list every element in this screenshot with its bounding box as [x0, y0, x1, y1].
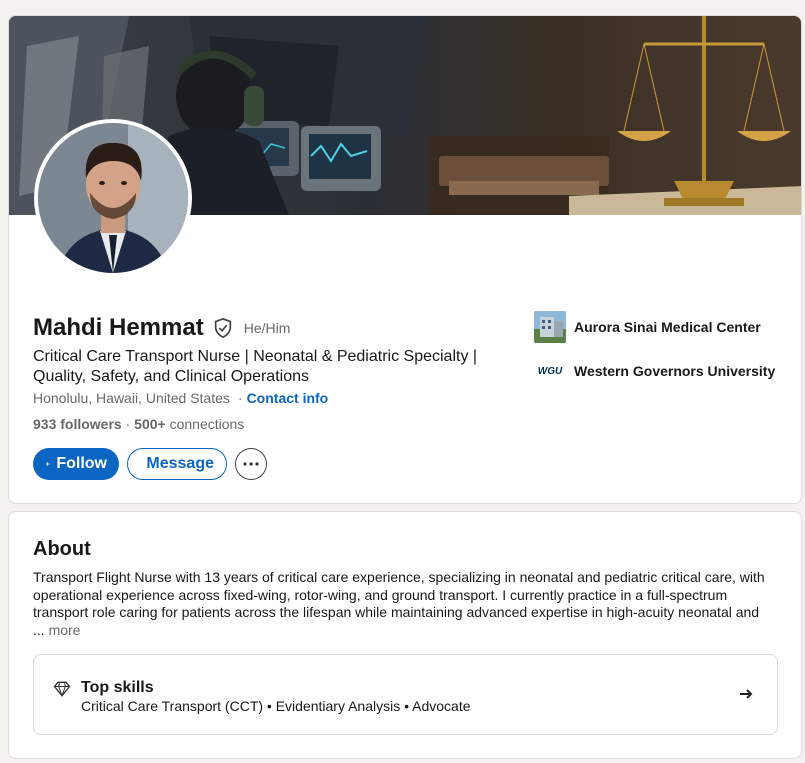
ellipsis-icon — [243, 462, 259, 466]
separator-dot: · — [125, 416, 131, 432]
arrow-right-icon[interactable] — [737, 685, 755, 703]
profile-location-row: Honolulu, Hawaii, United States · Contac… — [33, 390, 328, 406]
wgu-logo: WGU — [534, 355, 566, 387]
diamond-icon — [52, 679, 72, 699]
ellipsis-text: ... — [33, 622, 45, 638]
shield-check-icon[interactable] — [212, 317, 234, 339]
hospital-building-logo — [534, 311, 566, 343]
connections-label: connections — [169, 416, 245, 432]
see-more-link[interactable]: more — [49, 622, 81, 638]
org-item-wgu[interactable]: WGU Western Governors University — [534, 355, 775, 387]
profile-location: Honolulu, Hawaii, United States — [33, 390, 230, 406]
followers-count[interactable]: 933 followers — [33, 416, 122, 432]
profile-name-row: Mahdi Hemmat He/Him — [33, 314, 290, 342]
profile-card: Mahdi Hemmat He/Him Critical Care Transp… — [8, 15, 802, 504]
top-skills-list: Critical Care Transport (CCT) • Evidenti… — [81, 698, 471, 714]
org-name: Western Governors University — [574, 363, 776, 379]
top-skills-box[interactable]: Top skills Critical Care Transport (CCT)… — [33, 654, 778, 735]
profile-avatar[interactable] — [34, 119, 192, 277]
more-actions-button[interactable] — [235, 448, 267, 480]
follow-label: Follow — [56, 455, 107, 472]
plus-icon — [45, 461, 50, 467]
profile-actions: Follow Message — [33, 448, 267, 480]
message-button[interactable]: Message — [127, 448, 227, 480]
profile-headline: Critical Care Transport Nurse | Neonatal… — [33, 348, 478, 385]
profile-pronouns: He/Him — [243, 320, 291, 336]
follow-button[interactable]: Follow — [33, 448, 119, 480]
about-more-row: ... more — [33, 622, 80, 638]
org-name: Aurora Sinai Medical Center — [574, 319, 761, 335]
connections-count[interactable]: 500+ — [134, 416, 166, 432]
profile-network: 933 followers · 500+ connections — [33, 416, 244, 432]
profile-orgs: Aurora Sinai Medical Center WGU Western … — [534, 311, 775, 399]
profile-name: Mahdi Hemmat — [33, 314, 204, 341]
about-card: About Transport Flight Nurse with 13 yea… — [8, 511, 802, 759]
contact-info-link[interactable]: Contact info — [247, 390, 329, 406]
separator-dot: · — [237, 390, 243, 406]
about-text: Transport Flight Nurse with 13 years of … — [33, 569, 765, 620]
top-skills-title: Top skills — [81, 679, 154, 696]
message-label: Message — [146, 455, 214, 472]
about-title: About — [33, 538, 91, 560]
org-item-aurora[interactable]: Aurora Sinai Medical Center — [534, 311, 775, 343]
